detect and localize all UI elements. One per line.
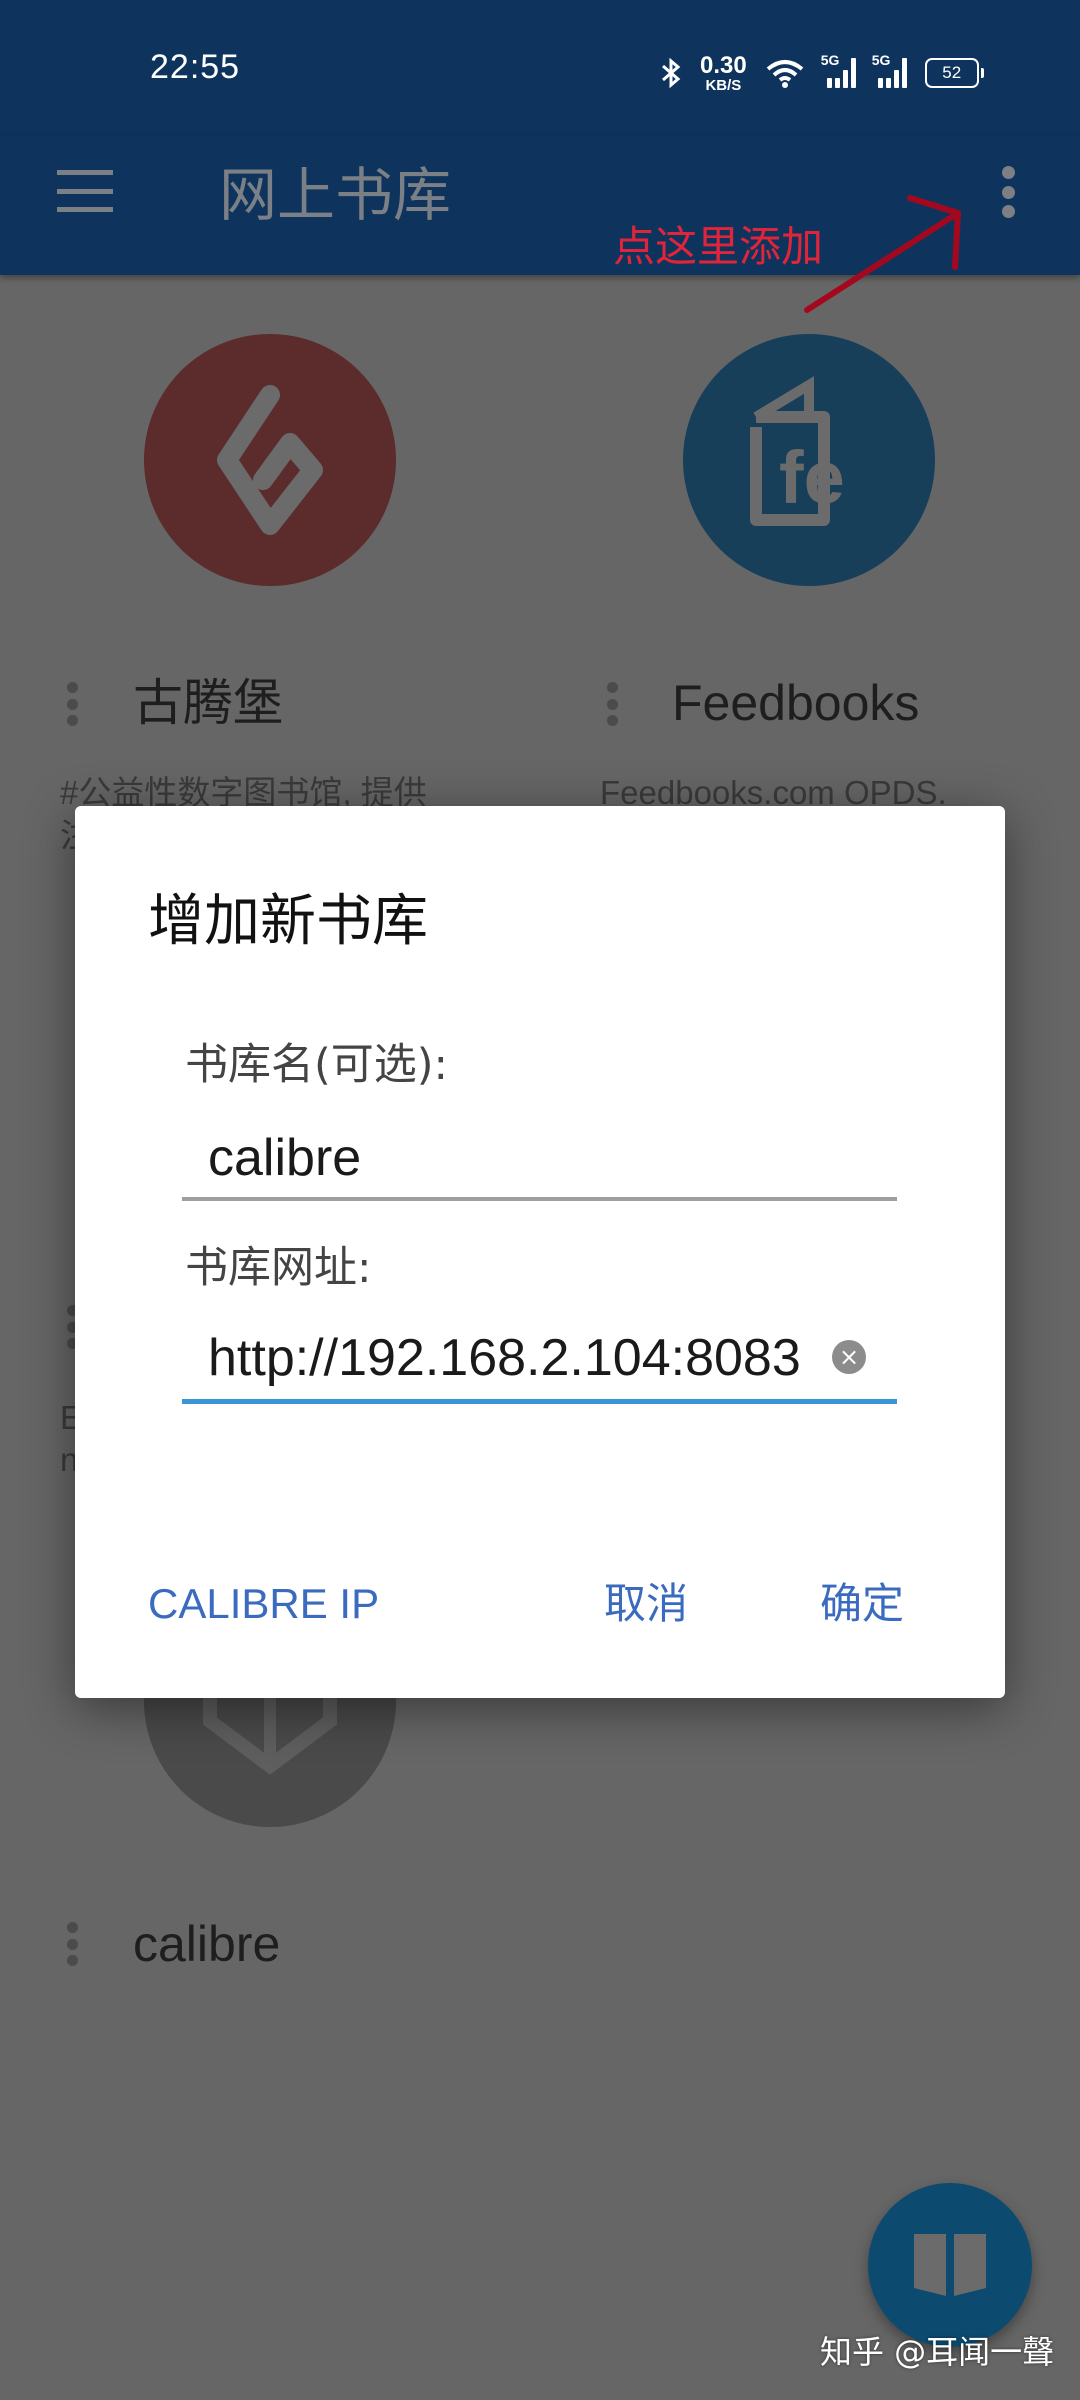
feedbooks-logo-icon[interactable]: fe <box>683 334 935 586</box>
library-title[interactable]: 古腾堡 <box>133 673 283 733</box>
hamburger-icon[interactable] <box>57 170 113 212</box>
more-vert-icon[interactable] <box>998 166 1018 218</box>
status-time: 22:55 <box>150 48 241 86</box>
page-title: 网上书库 <box>219 161 452 229</box>
battery-icon: 52 <box>924 58 984 88</box>
wifi-icon <box>766 60 803 88</box>
library-title[interactable]: calibre <box>133 1914 280 1974</box>
gutenberg-glyph <box>217 385 323 535</box>
ok-button[interactable]: 确定 <box>820 1579 904 1629</box>
library-name-label: 书库名(可选): <box>185 1040 449 1090</box>
annotation-label: 点这里添加 <box>613 222 824 271</box>
open-book-fab[interactable] <box>868 2183 1032 2347</box>
library-url-input[interactable] <box>182 1323 822 1393</box>
add-library-dialog: 增加新书库 书库名(可选): 书库网址: × CALIBRE IP 取消 确定 <box>75 806 1005 1698</box>
item-menu-icon[interactable] <box>605 682 619 726</box>
open-book-icon <box>914 2234 986 2296</box>
item-menu-icon[interactable] <box>65 682 79 726</box>
net-speed: 0.30 KB/S <box>700 51 747 94</box>
feedbooks-glyph: fe <box>750 376 845 526</box>
signal-icon-sim1: 5G <box>821 52 856 88</box>
watermark: 知乎 @耳闻一聲 <box>820 2333 1055 2371</box>
svg-text:fe: fe <box>779 436 845 519</box>
library-name-input[interactable] <box>182 1123 897 1193</box>
library-title[interactable]: Feedbooks <box>672 673 919 733</box>
item-menu-icon[interactable] <box>65 1922 79 1966</box>
app-bar <box>0 135 1080 275</box>
library-name-underline <box>182 1197 897 1201</box>
bluetooth-icon <box>662 57 681 89</box>
calibre-ip-button[interactable]: CALIBRE IP <box>148 1579 379 1629</box>
gutenberg-logo-icon[interactable] <box>144 334 396 586</box>
signal-icon-sim2: 5G <box>872 52 907 88</box>
library-url-label: 书库网址: <box>185 1243 372 1293</box>
clear-icon[interactable]: × <box>832 1340 866 1374</box>
cancel-button[interactable]: 取消 <box>604 1579 688 1629</box>
status-icons: 0.30 KB/S 5G 5G 52 <box>660 50 984 96</box>
dialog-title: 增加新书库 <box>148 889 428 954</box>
library-url-underline <box>182 1399 897 1404</box>
